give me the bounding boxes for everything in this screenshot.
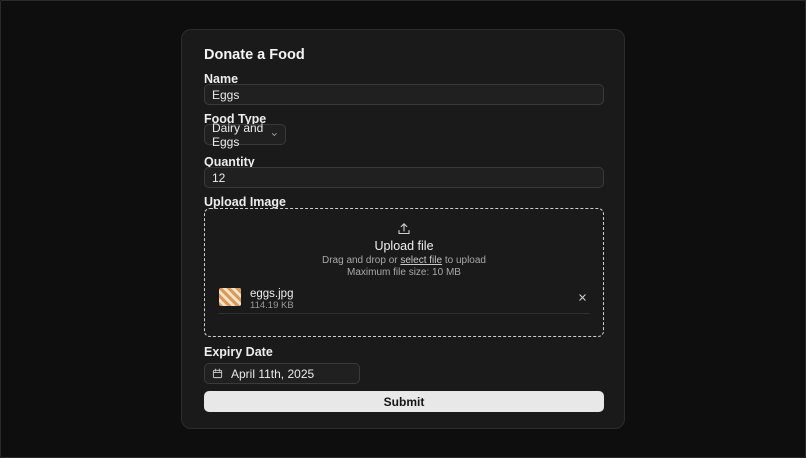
- name-input-value: Eggs: [212, 87, 240, 102]
- expiry-date-label: Expiry Date: [204, 345, 273, 359]
- file-size: 114.19 KB: [250, 300, 294, 311]
- upload-hint-after: to upload: [442, 255, 486, 266]
- upload-hint-before: Drag and drop or: [321, 255, 401, 266]
- close-icon: [578, 293, 586, 301]
- donate-form-card: Donate a Food Name Eggs Food Type Dairy …: [181, 29, 625, 429]
- upload-icon: [398, 223, 410, 235]
- uploaded-file-row: eggs.jpg 114.19 KB: [218, 285, 590, 314]
- max-file-size: Maximum file size: 10 MB: [347, 267, 461, 278]
- submit-button[interactable]: Submit: [204, 391, 604, 412]
- upload-hint: Drag and drop or select file to upload: [205, 255, 603, 266]
- expiry-date-picker[interactable]: April 11th, 2025: [204, 363, 360, 384]
- chevron-down-icon: [272, 133, 278, 136]
- form-title: Donate a Food: [204, 47, 305, 63]
- quantity-input[interactable]: 12: [204, 167, 604, 188]
- upload-title: Upload file: [374, 239, 434, 253]
- food-type-select[interactable]: Dairy and Eggs: [204, 121, 286, 149]
- calendar-icon: [212, 368, 223, 379]
- food-type-selected: Dairy and Eggs: [212, 120, 264, 149]
- expiry-date-value: April 11th, 2025: [231, 366, 315, 381]
- upload-dropzone[interactable]: Upload file Drag and drop or select file…: [204, 208, 604, 337]
- select-file-link[interactable]: select file: [400, 255, 442, 266]
- quantity-input-value: 12: [212, 170, 226, 185]
- upload-image-label: Upload Image: [204, 195, 286, 209]
- file-thumbnail: [219, 288, 241, 306]
- file-name: eggs.jpg: [250, 288, 294, 300]
- name-input[interactable]: Eggs: [204, 84, 604, 105]
- remove-file-button[interactable]: [577, 292, 587, 302]
